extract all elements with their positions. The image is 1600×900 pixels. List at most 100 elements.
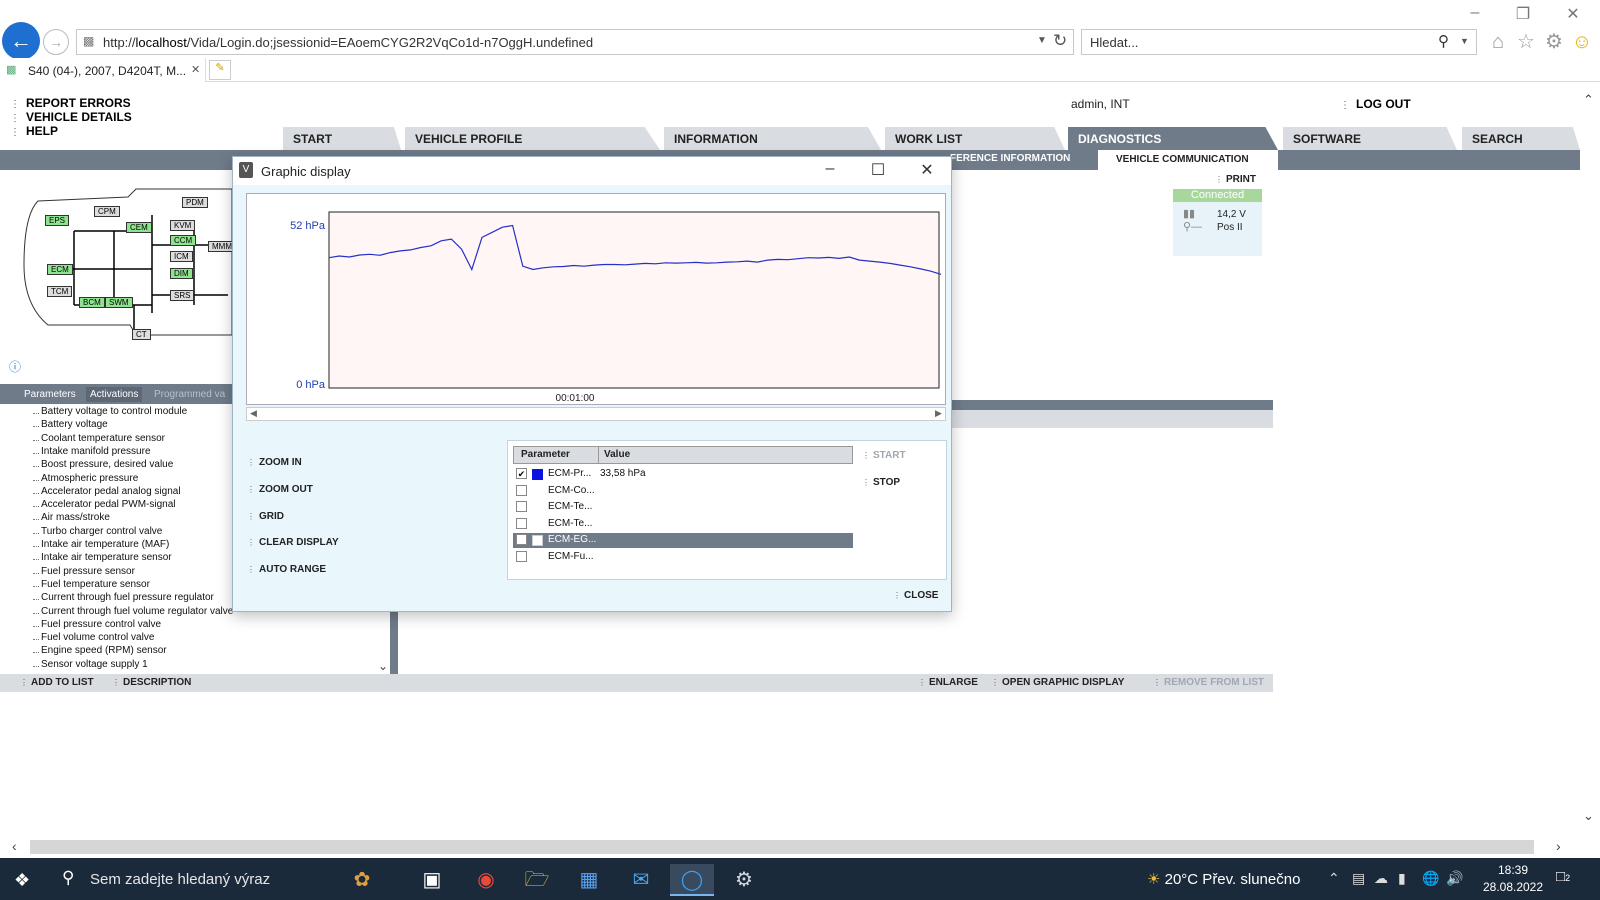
logout-button[interactable]: LOG OUT [1340,97,1411,111]
chrome-icon[interactable]: ◉ [464,864,508,896]
dropdown-arrow-icon[interactable]: ▼ [1037,35,1047,46]
parameter-item[interactable]: Fuel temperature sensor [41,579,150,590]
parameter-item[interactable]: Accelerator pedal PWM-signal [41,499,176,510]
forward-arrow-icon[interactable]: → [43,29,69,55]
notification-center-icon[interactable]: □2 [1556,868,1570,885]
task-view-icon[interactable]: ▣ [410,864,454,896]
parameter-item[interactable]: Turbo charger control valve [41,526,162,537]
close-button[interactable]: CLOSE [893,590,938,601]
volume-icon[interactable]: 🔊 [1446,870,1463,887]
clock-date[interactable]: 28.08.2022 [1478,880,1548,894]
favorites-star-icon[interactable]: ☆ [1514,30,1538,54]
module-cem[interactable]: CEM [126,222,152,233]
module-cpm[interactable]: CPM [94,206,120,217]
close-window-icon[interactable]: ✕ [1563,4,1583,24]
onedrive-cloud-icon[interactable]: ☁ [1374,870,1388,887]
subtab-reference-information[interactable]: FERENCE INFORMATION [950,153,1070,164]
module-swm[interactable]: SWM [105,297,133,308]
grid-button[interactable]: GRID [247,511,284,522]
clock-time[interactable]: 18:39 [1478,863,1548,877]
scroll-left-icon[interactable]: ‹ [12,838,17,854]
parameter-item[interactable]: Current through fuel volume regulator va… [41,606,233,617]
taskbar-search-input[interactable]: Sem zadejte hledaný výraz [90,871,270,888]
list-scroll-down-icon[interactable]: ⌄ [378,659,388,673]
chart-horizontal-scrollbar[interactable]: ◀ ▶ [246,407,946,421]
dialog-title-bar[interactable]: V Graphic display – ☐ ✕ [233,157,951,185]
tab-search[interactable]: SEARCH [1462,127,1580,150]
search-box[interactable]: Hledat... ⚲ ▼ [1081,29,1477,55]
module-ct[interactable]: CT [132,329,151,340]
auto-range-button[interactable]: AUTO RANGE [247,564,326,575]
tray-device-icon[interactable]: ▤ [1352,870,1365,887]
dialog-maximize-icon[interactable]: ☐ [863,160,893,180]
open-graphic-display-button[interactable]: OPEN GRAPHIC DISPLAY [991,677,1124,688]
row-checkbox[interactable] [516,484,527,496]
parameter-item[interactable]: Atmospheric pressure [41,473,138,484]
zoom-out-button[interactable]: ZOOM OUT [247,484,313,495]
info-icon[interactable]: ⓘ [9,358,21,375]
row-checkbox[interactable]: ✔ [516,468,527,479]
tab-software[interactable]: SOFTWARE [1283,127,1457,150]
search-dropdown-icon[interactable]: ▼ [1460,36,1469,46]
vehicle-details-link[interactable]: VEHICLE DETAILS [10,110,132,124]
tab-work-list[interactable]: WORK LIST [885,127,1065,150]
start-button[interactable]: START [862,450,906,461]
table-row[interactable]: ECM-Te... [513,500,853,515]
module-pdm[interactable]: PDM [182,197,208,208]
parameter-item[interactable]: Fuel pressure control valve [41,619,161,630]
parameter-item[interactable]: Coolant temperature sensor [41,433,165,444]
parameter-item[interactable]: Battery voltage to control module [41,406,187,417]
module-dim[interactable]: DIM [170,268,193,279]
module-ecm[interactable]: ECM [47,264,73,275]
print-button[interactable]: PRINT [1215,174,1256,185]
tray-chevron-icon[interactable]: ⌃ [1328,870,1340,887]
module-kvm[interactable]: KVM [170,220,196,231]
dialog-close-icon[interactable]: ✕ [912,160,942,180]
new-tab-icon[interactable]: ✎ [209,60,231,80]
table-row[interactable]: ECM-EG... [513,533,853,549]
row-checkbox[interactable] [516,534,527,546]
parameter-item[interactable]: Engine speed (RPM) sensor [41,645,167,656]
search-highlight-bird-icon[interactable]: ✿ [322,864,402,896]
tab-diagnostics[interactable]: DIAGNOSTICS [1068,127,1278,150]
parameter-item[interactable]: Accelerator pedal analog signal [41,486,181,497]
battery-tray-icon[interactable]: ▮ [1398,870,1406,887]
windows-start-icon[interactable]: ❖ [14,870,30,891]
module-ccm[interactable]: CCM [170,235,197,246]
module-eps[interactable]: EPS [45,215,70,226]
search-input[interactable]: Hledat... [1090,35,1138,50]
parameter-item[interactable]: Fuel pressure sensor [41,566,135,577]
tab-start[interactable]: START [283,127,401,150]
browser-tab[interactable]: ▩ S40 (04-), 2007, D4204T, M... ✕ [0,58,206,82]
module-icm[interactable]: ICM [170,251,193,262]
tab-information[interactable]: INFORMATION [664,127,881,150]
table-row[interactable]: ECM-Te... [513,517,853,532]
description-button[interactable]: DESCRIPTION [112,677,191,688]
network-globe-icon[interactable]: 🌐 [1422,870,1439,887]
tab-programmed-values[interactable]: Programmed va [150,387,229,402]
parameter-item[interactable]: Intake manifold pressure [41,446,151,457]
parameter-item[interactable]: Intake air temperature (MAF) [41,539,169,550]
scroll-up-icon[interactable]: ⌃ [1583,92,1594,108]
weather-widget[interactable]: ☀ 20°C Přev. slunečno [1147,870,1300,888]
search-icon[interactable]: ⚲ [1438,32,1449,50]
address-bar[interactable]: ▩ http://localhost/Vida/Login.do;jsessio… [76,29,1074,55]
store-icon[interactable]: ▦ [567,864,611,896]
parameter-item[interactable]: Intake air temperature sensor [41,552,172,563]
tab-close-icon[interactable]: ✕ [191,63,200,76]
row-checkbox[interactable] [516,551,527,562]
restore-icon[interactable]: ❐ [1513,4,1533,24]
parameter-item[interactable]: Battery voltage [41,419,108,430]
table-row[interactable]: ECM-Co... [513,484,853,499]
parameter-item[interactable]: Current through fuel pressure regulator [41,592,214,603]
minimize-icon[interactable]: – [1465,4,1485,22]
enlarge-button[interactable]: ENLARGE [918,677,978,688]
subtab-vehicle-communication[interactable]: VEHICLE COMMUNICATION [1098,150,1278,170]
parameter-item[interactable]: Fuel volume control valve [41,632,154,643]
page-vertical-scrollbar[interactable]: ⌃ ⌄ [1580,88,1600,832]
zoom-in-button[interactable]: ZOOM IN [247,457,302,468]
chart-scroll-left-icon[interactable]: ◀ [250,408,257,419]
add-to-list-button[interactable]: ADD TO LIST [20,677,94,688]
remove-from-list-button[interactable]: REMOVE FROM LIST [1153,677,1264,688]
help-link[interactable]: HELP [10,124,58,138]
